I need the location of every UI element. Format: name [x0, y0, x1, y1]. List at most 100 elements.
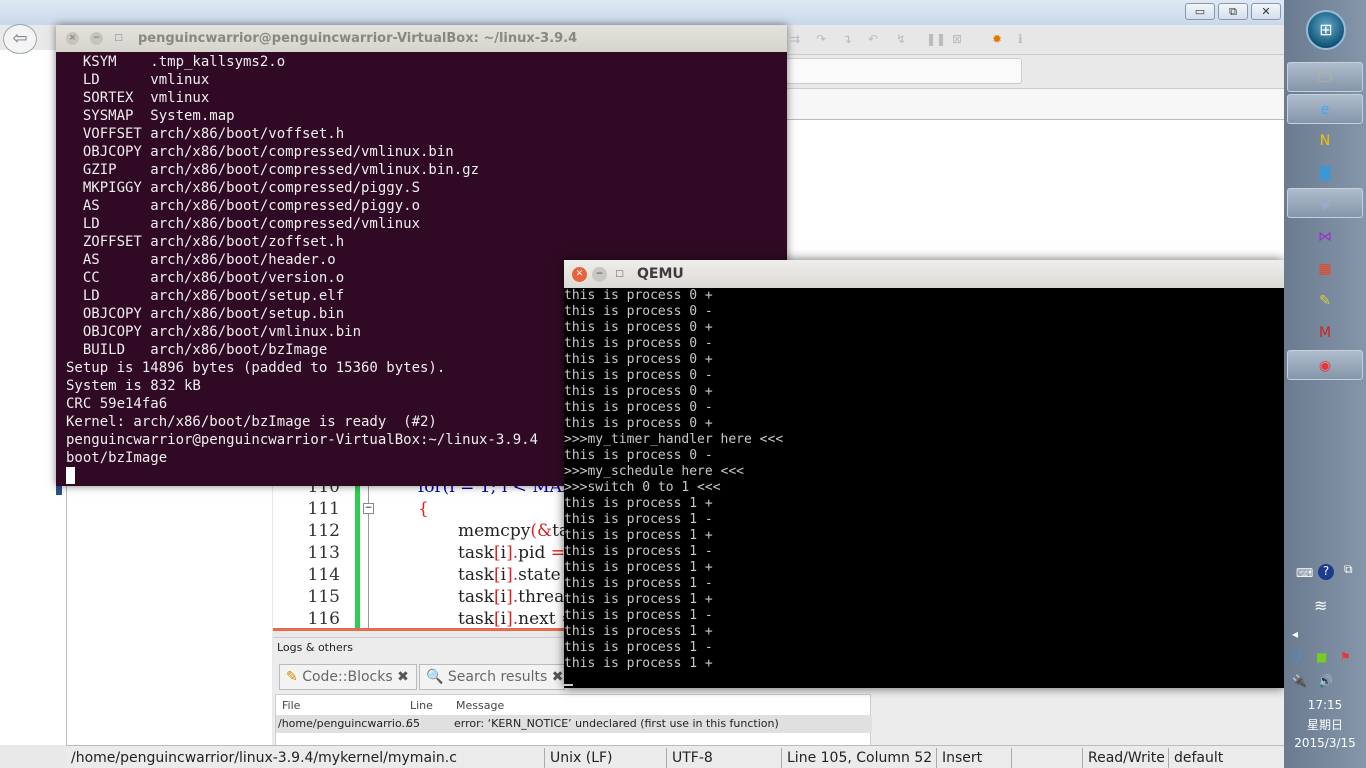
terminal-line: ZOFFSET arch/x86/boot/zoffset.h — [66, 234, 345, 250]
change-bar — [355, 480, 360, 630]
console-line: this is process 0 + — [564, 320, 713, 335]
start-button[interactable]: ⊞ — [1306, 10, 1346, 50]
console-line: this is process 0 - — [564, 448, 713, 463]
edit-icon: ✎ — [286, 669, 298, 685]
console-line: this is process 0 + — [564, 352, 713, 367]
terminal-line: OBJCOPY arch/x86/boot/compressed/vmlinux… — [66, 144, 454, 160]
qemu-title: QEMU — [637, 266, 684, 282]
fold-toggle-icon[interactable]: − — [363, 503, 374, 514]
stop-icon[interactable]: ⊠ — [952, 32, 966, 46]
antivirus-icon[interactable]: ⛉ — [1292, 650, 1301, 665]
nvidia-icon[interactable]: ■ — [1316, 650, 1327, 664]
debug-instr-icon[interactable]: ↯ — [896, 32, 910, 46]
clock-time[interactable]: 17:15 — [1290, 698, 1360, 712]
code-line[interactable]: task[i].thread — [458, 587, 575, 607]
terminal-line: MKPIGGY arch/x86/boot/compressed/piggy.S — [66, 180, 421, 196]
code-token: { — [418, 499, 429, 519]
table-row[interactable]: /home/penguincwarrio... 65 error: ‘KERN_… — [276, 715, 872, 733]
mendeley-icon[interactable]: M — [1287, 318, 1363, 348]
help-icon[interactable]: ? — [1318, 564, 1334, 580]
chrome-icon[interactable]: ◉ — [1287, 350, 1363, 380]
console-line: this is process 1 + — [564, 496, 713, 511]
terminal-line: AS arch/x86/boot/compressed/piggy.o — [66, 198, 421, 214]
terminal-line: OBJCOPY arch/x86/boot/vmlinux.bin — [66, 324, 362, 340]
close-icon[interactable]: × — [66, 32, 79, 45]
console-line: this is process 0 + — [564, 416, 713, 431]
debug-into-icon[interactable]: ↴ — [842, 32, 856, 46]
terminal-line: LD arch/x86/boot/setup.elf — [66, 288, 345, 304]
show-windows-icon[interactable]: ⧉ — [1344, 562, 1353, 577]
line-number: 115 — [307, 587, 340, 607]
onenote-icon[interactable]: N — [1287, 126, 1363, 156]
code-token: task — [458, 609, 494, 629]
debug-next-icon[interactable]: ↷ — [816, 32, 830, 46]
col-message[interactable]: Message — [456, 699, 504, 712]
row-line: 65 — [406, 717, 420, 730]
line-number: 116 — [307, 609, 340, 629]
info-icon[interactable]: ℹ — [1018, 32, 1032, 46]
virtualbox-icon[interactable]: ◆ — [1287, 188, 1363, 218]
code-line[interactable]: memcpy(&tas — [458, 521, 578, 541]
symbol-combo[interactable] — [786, 58, 1022, 84]
minimize-icon[interactable]: − — [90, 32, 103, 45]
close-tab-icon[interactable]: ✖ — [397, 669, 409, 685]
terminal-line: LD arch/x86/boot/compressed/vmlinux — [66, 216, 421, 232]
console-line: this is process 0 + — [564, 384, 713, 399]
qemu-console[interactable]: this is process 0 + this is process 0 - th… — [564, 288, 783, 672]
wifi-icon[interactable]: ≋ — [1314, 596, 1327, 615]
minimize-icon[interactable]: − — [592, 267, 607, 282]
console-line: this is process 1 - — [564, 544, 713, 559]
line-number: 113 — [307, 543, 340, 563]
office-icon[interactable]: ▦ — [1287, 254, 1363, 284]
code-line[interactable]: task[i].state = — [458, 565, 580, 585]
code-token: [ — [494, 609, 501, 629]
col-file[interactable]: File — [282, 699, 300, 712]
qemu-titlebar[interactable]: ✕ − □ QEMU — [564, 260, 1284, 288]
close-icon[interactable]: ✕ — [572, 267, 587, 282]
internet-explorer-icon[interactable]: e — [1287, 94, 1363, 124]
keyboard-icon[interactable]: ⌨ — [1296, 566, 1313, 580]
terminal-line: BUILD arch/x86/boot/bzImage — [66, 342, 328, 358]
console-line: this is process 0 - — [564, 400, 713, 415]
debug-windows-icon[interactable]: ✹ — [992, 32, 1006, 46]
app-store-icon[interactable]: ◙ — [1287, 158, 1363, 188]
terminal-titlebar[interactable]: × − □ penguincwarrior@penguincwarrior-Vi… — [56, 25, 787, 52]
qemu-window[interactable]: ✕ − □ QEMU this is process 0 + this is pr… — [564, 260, 1284, 688]
close-button[interactable]: ✕ — [1251, 3, 1281, 20]
visual-studio-icon[interactable]: ⋈ — [1287, 222, 1363, 252]
code-token: task — [458, 543, 494, 563]
tab-search-results[interactable]: 🔍 Search results ✖ — [419, 664, 565, 690]
terminal-line: SYSMAP System.map — [66, 108, 235, 124]
power-icon[interactable]: 🔌 — [1292, 674, 1307, 688]
status-empty — [1011, 748, 1081, 768]
code-line[interactable]: task[i].next = — [458, 609, 575, 629]
terminal-line: OBJCOPY arch/x86/boot/setup.bin — [66, 306, 345, 322]
back-button[interactable]: ⇦ — [3, 24, 37, 54]
col-line[interactable]: Line — [410, 699, 433, 712]
console-line: this is process 0 - — [564, 336, 713, 351]
close-tab-icon[interactable]: ✖ — [552, 669, 564, 685]
debug-step-icon[interactable]: ⇉ — [790, 32, 804, 46]
tab-codeblocks[interactable]: ✎ Code::Blocks ✖ — [279, 664, 417, 690]
code-token: next — [518, 609, 561, 629]
pause-icon[interactable]: ❚❚ — [926, 32, 946, 46]
restore-button[interactable]: ⧉ — [1218, 3, 1248, 20]
debug-out-icon[interactable]: ↶ — [868, 32, 882, 46]
volume-icon[interactable]: 🔊 — [1318, 674, 1333, 688]
file-explorer-icon[interactable]: 🗀 — [1287, 62, 1363, 92]
terminal-line: LD vmlinux — [66, 72, 210, 88]
console-line: >>>my_timer_handler here <<< — [564, 432, 784, 447]
terminal-output[interactable]: KSYM .tmp_kallsyms2.o LD vmlinux SORTEX … — [66, 53, 538, 485]
console-line: this is process 1 - — [564, 576, 713, 591]
clock-weekday[interactable]: 星期日 — [1290, 716, 1360, 733]
minimize-button[interactable]: ▭ — [1185, 3, 1215, 20]
code-line[interactable]: task[i].pid = — [458, 543, 565, 563]
show-hidden-icons[interactable]: ◂ — [1292, 627, 1298, 641]
code-line[interactable]: { — [418, 499, 429, 519]
maximize-icon[interactable]: □ — [612, 267, 627, 282]
notepad-icon[interactable]: ✎ — [1287, 286, 1363, 316]
clock-date[interactable]: 2015/3/15 — [1290, 736, 1360, 750]
maximize-icon[interactable]: □ — [112, 32, 125, 45]
status-position: Line 105, Column 52 — [781, 748, 932, 768]
action-center-icon[interactable]: ⚑ — [1340, 650, 1351, 664]
